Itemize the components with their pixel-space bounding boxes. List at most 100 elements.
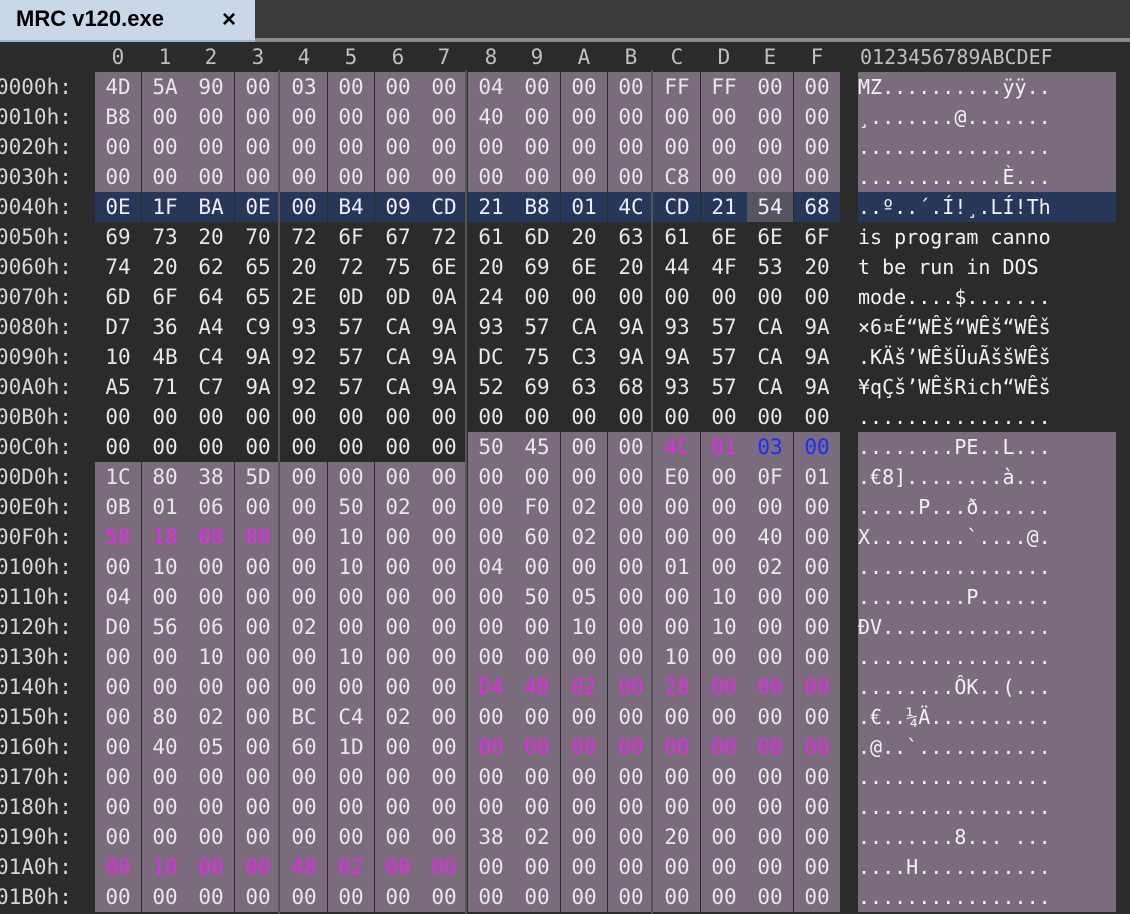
hex-byte[interactable]: 00: [468, 762, 514, 792]
hex-byte[interactable]: 00: [654, 852, 700, 882]
hex-byte[interactable]: 74: [95, 252, 141, 282]
hex-byte[interactable]: 9A: [235, 372, 281, 402]
hex-byte[interactable]: 9A: [421, 372, 467, 402]
hex-byte[interactable]: B8: [95, 102, 141, 132]
hex-byte[interactable]: 20: [561, 222, 607, 252]
hex-byte[interactable]: 00: [188, 162, 234, 192]
hex-byte[interactable]: 00: [701, 102, 747, 132]
hex-byte[interactable]: 65: [235, 282, 281, 312]
ascii-text[interactable]: .€8]........à...: [858, 462, 1116, 492]
hex-byte[interactable]: BA: [188, 192, 234, 222]
hex-byte[interactable]: 00: [281, 762, 327, 792]
hex-byte[interactable]: 57: [701, 312, 747, 342]
ascii-text[interactable]: ........8... ...: [858, 822, 1116, 852]
hex-byte[interactable]: 00: [235, 612, 281, 642]
hex-byte[interactable]: 00: [142, 792, 188, 822]
hex-byte[interactable]: 9A: [421, 342, 467, 372]
hex-byte[interactable]: 00: [561, 282, 607, 312]
hex-byte[interactable]: 00: [281, 522, 327, 552]
hex-byte[interactable]: 00: [375, 162, 421, 192]
hex-byte[interactable]: 00: [375, 822, 421, 852]
hex-byte[interactable]: 00: [608, 762, 654, 792]
hex-byte[interactable]: 93: [281, 312, 327, 342]
hex-byte[interactable]: CA: [375, 372, 421, 402]
hex-byte[interactable]: DC: [468, 342, 514, 372]
hex-byte[interactable]: 00: [188, 852, 234, 882]
hex-byte[interactable]: 10: [561, 612, 607, 642]
hex-byte[interactable]: 01: [654, 552, 700, 582]
hex-byte[interactable]: 00: [142, 672, 188, 702]
hex-byte[interactable]: 72: [328, 252, 374, 282]
hex-byte[interactable]: 00: [142, 642, 188, 672]
hex-byte[interactable]: 00: [747, 672, 793, 702]
hex-byte[interactable]: CA: [747, 372, 793, 402]
hex-byte[interactable]: 02: [514, 822, 560, 852]
hex-byte[interactable]: 00: [375, 672, 421, 702]
hex-byte[interactable]: 00: [188, 672, 234, 702]
hex-byte[interactable]: 64: [188, 282, 234, 312]
hex-byte[interactable]: 69: [514, 372, 560, 402]
hex-byte[interactable]: 00: [561, 762, 607, 792]
hex-byte[interactable]: 00: [375, 132, 421, 162]
hex-byte[interactable]: 00: [281, 132, 327, 162]
hex-byte[interactable]: 05: [561, 582, 607, 612]
hex-byte[interactable]: 02: [561, 522, 607, 552]
hex-byte[interactable]: 00: [561, 402, 607, 432]
hex-byte[interactable]: 00: [794, 792, 840, 822]
hex-byte[interactable]: 00: [188, 132, 234, 162]
hex-byte[interactable]: 6D: [95, 282, 141, 312]
hex-byte[interactable]: 00: [654, 132, 700, 162]
hex-byte[interactable]: 00: [281, 672, 327, 702]
hex-byte[interactable]: 00: [95, 672, 141, 702]
hex-byte[interactable]: 00: [794, 72, 840, 102]
hex-byte[interactable]: 63: [608, 222, 654, 252]
hex-byte[interactable]: 00: [468, 402, 514, 432]
hex-byte[interactable]: 00: [794, 522, 840, 552]
hex-byte[interactable]: 00: [468, 162, 514, 192]
hex-byte[interactable]: 10: [142, 552, 188, 582]
hex-byte[interactable]: 00: [794, 882, 840, 912]
hex-byte[interactable]: 57: [328, 312, 374, 342]
hex-byte[interactable]: 00: [468, 732, 514, 762]
hex-byte[interactable]: 00: [328, 132, 374, 162]
hex-byte[interactable]: 00: [281, 162, 327, 192]
hex-byte[interactable]: 00: [468, 642, 514, 672]
hex-byte[interactable]: 00: [421, 882, 467, 912]
hex-byte[interactable]: 00: [235, 852, 281, 882]
hex-byte[interactable]: 00: [561, 642, 607, 672]
hex-byte[interactable]: 00: [608, 672, 654, 702]
hex-byte[interactable]: 00: [421, 822, 467, 852]
hex-byte[interactable]: 90: [188, 72, 234, 102]
hex-byte[interactable]: 00: [608, 792, 654, 822]
hex-byte[interactable]: 00: [235, 402, 281, 432]
hex-byte[interactable]: 20: [468, 252, 514, 282]
hex-byte[interactable]: 00: [328, 762, 374, 792]
hex-byte[interactable]: 00: [701, 162, 747, 192]
hex-byte[interactable]: 00: [654, 402, 700, 432]
hex-byte[interactable]: 00: [608, 462, 654, 492]
hex-byte[interactable]: 67: [375, 222, 421, 252]
hex-byte[interactable]: 40: [142, 732, 188, 762]
hex-byte[interactable]: 10: [328, 552, 374, 582]
hex-byte[interactable]: 4B: [142, 342, 188, 372]
hex-byte[interactable]: 00: [328, 72, 374, 102]
hex-byte[interactable]: 00: [235, 792, 281, 822]
hex-byte[interactable]: BC: [281, 702, 327, 732]
hex-byte[interactable]: 20: [794, 252, 840, 282]
hex-byte[interactable]: 00: [142, 882, 188, 912]
hex-byte[interactable]: 00: [281, 552, 327, 582]
hex-byte[interactable]: 4D: [95, 72, 141, 102]
hex-byte[interactable]: 04: [468, 72, 514, 102]
hex-byte[interactable]: 01: [142, 492, 188, 522]
hex-byte[interactable]: 00: [328, 162, 374, 192]
ascii-text[interactable]: ................: [858, 792, 1116, 822]
hex-byte[interactable]: 00: [375, 732, 421, 762]
ascii-text[interactable]: ........PE..L...: [858, 432, 1116, 462]
hex-byte[interactable]: 00: [421, 102, 467, 132]
ascii-text[interactable]: .........P......: [858, 582, 1116, 612]
ascii-text[interactable]: ¸.......@.......: [858, 102, 1116, 132]
hex-byte[interactable]: 00: [654, 762, 700, 792]
hex-byte[interactable]: 00: [328, 462, 374, 492]
hex-byte[interactable]: 00: [468, 792, 514, 822]
hex-byte[interactable]: 20: [188, 222, 234, 252]
